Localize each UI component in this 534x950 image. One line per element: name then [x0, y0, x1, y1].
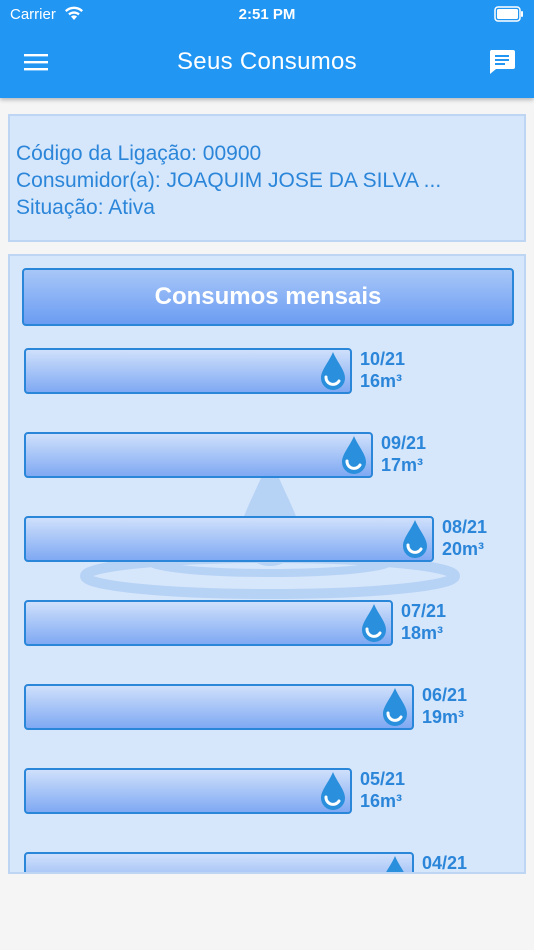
consumption-bar: [24, 432, 373, 478]
consumer-name: Consumidor(a): JOAQUIM JOSE DA SILVA ...: [16, 169, 442, 192]
month-text: 05/21: [360, 769, 406, 789]
water-drop-icon: [386, 856, 404, 872]
water-drop-icon: [321, 352, 345, 390]
monthly-consumption-panel: Consumos mensais 10/21 16m³ 09/21 17m³ 08/21…: [8, 254, 526, 874]
consumption-row: 06/21 19m³: [24, 684, 514, 730]
consumption-bar: [24, 768, 352, 814]
page-title: Seus Consumos: [177, 48, 357, 75]
month-text: 04/21: [422, 853, 468, 873]
monthly-consumption-header[interactable]: Consumos mensais: [22, 268, 514, 326]
month-text: 07/21: [401, 601, 447, 621]
volume-text: 16m³: [360, 371, 403, 391]
consumption-label: 07/21 18m³: [401, 600, 446, 644]
consumption-label: 05/21 16m³: [360, 768, 405, 812]
consumption-label: 04/21: [422, 852, 468, 873]
status-time: 2:51 PM: [238, 6, 296, 23]
connection-info-card: Código da Ligação: 00900 Consumidor(a): …: [8, 114, 526, 242]
water-drop-watermark-icon: [80, 446, 460, 599]
status-bar: Carrier 2:51 PM: [0, 0, 534, 30]
water-drop-icon: [342, 436, 366, 474]
connection-code: Código da Ligação: 00900: [16, 142, 262, 165]
consumption-label: 09/21 17m³: [381, 432, 426, 476]
consumption-row: 04/21: [24, 852, 514, 873]
consumption-bar: [24, 852, 414, 872]
water-drop-icon: [321, 772, 345, 810]
connection-status: Situação: Ativa: [16, 196, 155, 219]
consumption-row: 10/21 16m³: [24, 348, 514, 394]
app-header: Carrier 2:51 PM Seus Consumos: [0, 0, 534, 98]
month-text: 08/21: [442, 517, 488, 537]
consumption-row: 05/21 16m³: [24, 768, 514, 814]
consumption-bar: [24, 516, 434, 562]
consumption-row: 07/21 18m³: [24, 600, 514, 646]
battery-icon: [494, 6, 523, 22]
volume-text: 17m³: [381, 455, 424, 475]
water-drop-icon: [362, 604, 386, 642]
month-text: 09/21: [381, 433, 427, 453]
water-drop-icon: [403, 520, 427, 558]
month-text: 10/21: [360, 349, 406, 369]
month-text: 06/21: [422, 685, 468, 705]
consumption-bar: [24, 684, 414, 730]
water-drop-icon: [383, 688, 407, 726]
volume-text: 16m³: [360, 791, 403, 811]
consumption-row: 09/21 17m³: [24, 432, 514, 478]
consumption-row: 08/21 20m³: [24, 516, 514, 562]
volume-text: 19m³: [422, 707, 465, 727]
volume-text: 20m³: [442, 539, 485, 559]
consumption-bar: [24, 348, 352, 394]
consumption-label: 06/21 19m³: [422, 684, 467, 728]
volume-text: 18m³: [401, 623, 444, 643]
consumption-bar: [24, 600, 393, 646]
consumption-label: 10/21 16m³: [360, 348, 405, 392]
consumption-label: 08/21 20m³: [442, 516, 487, 560]
chat-icon[interactable]: [488, 49, 516, 75]
